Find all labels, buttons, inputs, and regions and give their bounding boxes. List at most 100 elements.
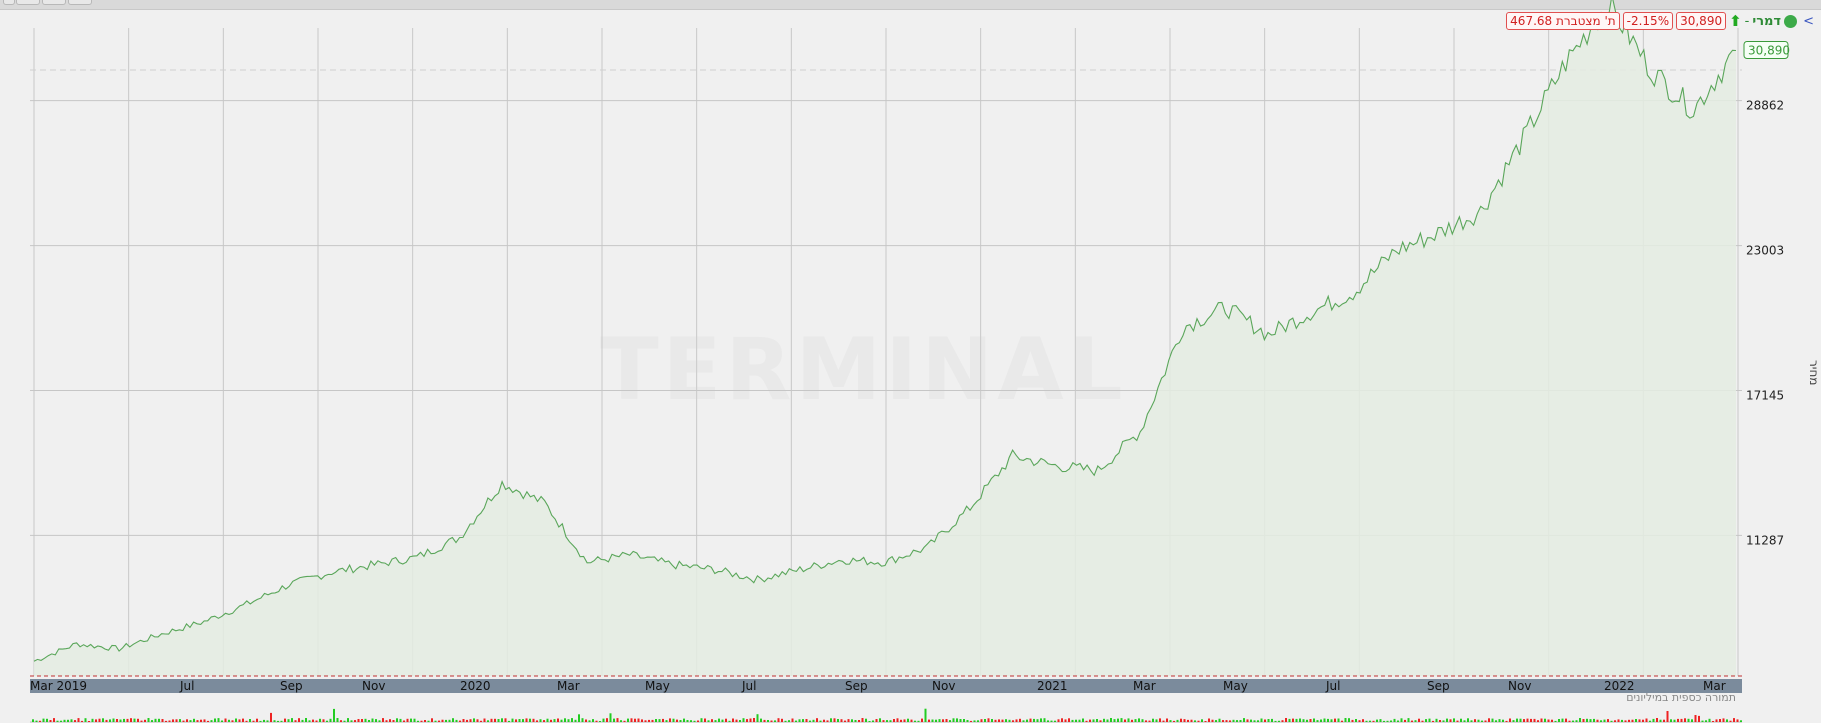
- volume-bar: [861, 718, 864, 722]
- volume-bar: [333, 708, 335, 722]
- volume-bar: [1477, 719, 1480, 722]
- volume-bar: [63, 719, 66, 722]
- volume-bar: [98, 718, 101, 722]
- volume-bar: [847, 719, 850, 722]
- volume-bar: [1498, 719, 1501, 722]
- volume-bar: [732, 718, 734, 722]
- volume-bar: [1705, 720, 1707, 722]
- volume-bar: [1295, 718, 1298, 722]
- volume-bar: [280, 720, 283, 722]
- volume-bar: [882, 720, 885, 722]
- volume-bar: [1173, 720, 1175, 722]
- volume-bar: [630, 718, 633, 722]
- volume-bar: [994, 719, 997, 722]
- volume-bar: [714, 720, 717, 722]
- volume-bar: [725, 718, 727, 722]
- volume-bar: [1740, 720, 1742, 722]
- x-tick-label: Nov: [1508, 679, 1531, 693]
- volume-bar: [238, 719, 241, 722]
- volume-bar: [1061, 718, 1063, 722]
- volume-bar: [809, 720, 811, 722]
- volume-bar: [840, 719, 843, 722]
- volume-bar: [319, 718, 321, 722]
- series-area: [34, 0, 1736, 676]
- volume-bar: [1246, 719, 1249, 722]
- volume-bar: [1495, 720, 1497, 722]
- volume-bar: [410, 718, 412, 722]
- volume-bar: [1211, 719, 1214, 722]
- volume-bar: [371, 718, 374, 722]
- volume-bar: [907, 718, 909, 722]
- x-tick-label: May: [645, 679, 670, 693]
- volume-bar: [1019, 718, 1021, 722]
- volume-bar: [1001, 719, 1004, 722]
- volume-bar: [1022, 720, 1025, 722]
- volume-bar: [1040, 718, 1042, 722]
- volume-bar: [291, 718, 293, 722]
- volume-bar: [438, 720, 440, 722]
- volume-bar: [1533, 718, 1536, 722]
- volume-bar: [532, 718, 535, 722]
- volume-bar: [1015, 719, 1018, 722]
- volume-bar: [1285, 718, 1287, 722]
- volume-bar: [1306, 719, 1308, 722]
- volume-bar: [1575, 720, 1578, 722]
- volume-bar: [1071, 719, 1074, 722]
- volume-bar: [924, 708, 927, 722]
- volume-bar: [1694, 715, 1697, 722]
- volume-bar: [1544, 718, 1546, 722]
- volume-bar: [690, 720, 692, 722]
- volume-bar: [942, 719, 944, 722]
- volume-bar: [336, 718, 339, 722]
- volume-bar: [53, 718, 55, 722]
- volume-bar: [1047, 720, 1049, 722]
- x-tick-label: Nov: [362, 679, 385, 693]
- volume-bar: [466, 719, 468, 722]
- volume-bar: [305, 718, 307, 722]
- volume-bar: [368, 720, 370, 722]
- volume-bar: [1607, 719, 1609, 722]
- volume-bar: [539, 719, 542, 722]
- volume-bar: [522, 719, 524, 722]
- volume-bar: [1680, 718, 1683, 722]
- volume-bar: [641, 719, 643, 722]
- volume-bar: [837, 719, 839, 722]
- volume-bar: [1180, 718, 1182, 722]
- volume-bar: [497, 719, 500, 722]
- volume-bar: [1488, 718, 1490, 722]
- volume-bar: [1320, 719, 1322, 722]
- y-tick-label: 17145: [1746, 388, 1784, 402]
- volume-bar: [1687, 718, 1690, 722]
- volume-bar: [483, 718, 486, 722]
- volume-bar: [1565, 718, 1567, 722]
- collapse-arrow-icon[interactable]: <: [1800, 14, 1817, 29]
- volume-bar: [189, 720, 192, 722]
- volume-bar: [126, 718, 129, 722]
- volume-bar: [266, 720, 269, 722]
- volume-bar: [1103, 718, 1105, 722]
- volume-bar: [1183, 719, 1186, 722]
- volume-bar: [1526, 718, 1529, 722]
- volume-bar: [1586, 718, 1588, 722]
- volume-bar: [119, 719, 122, 722]
- volume-bar: [1176, 719, 1179, 722]
- volume-bar: [1292, 718, 1294, 722]
- volume-bar: [1701, 720, 1704, 722]
- volume-bar: [620, 720, 622, 722]
- volume-bar: [1554, 720, 1557, 722]
- volume-bar: [819, 720, 822, 722]
- y-tick-label: 23003: [1746, 244, 1784, 258]
- volume-bar: [1393, 718, 1396, 722]
- volume-bar: [1274, 720, 1277, 722]
- volume-bar: [165, 720, 167, 722]
- volume-bar: [403, 720, 405, 722]
- volume-bar: [1579, 718, 1581, 722]
- volume-bar: [718, 718, 720, 722]
- volume-bar: [494, 718, 496, 722]
- volume-bar: [1736, 719, 1739, 722]
- volume-bar: [1481, 720, 1483, 722]
- volume-bar: [1145, 720, 1147, 722]
- volume-bar: [1026, 719, 1028, 722]
- y-tick-label: 28862: [1746, 99, 1784, 113]
- volume-bar: [298, 718, 300, 722]
